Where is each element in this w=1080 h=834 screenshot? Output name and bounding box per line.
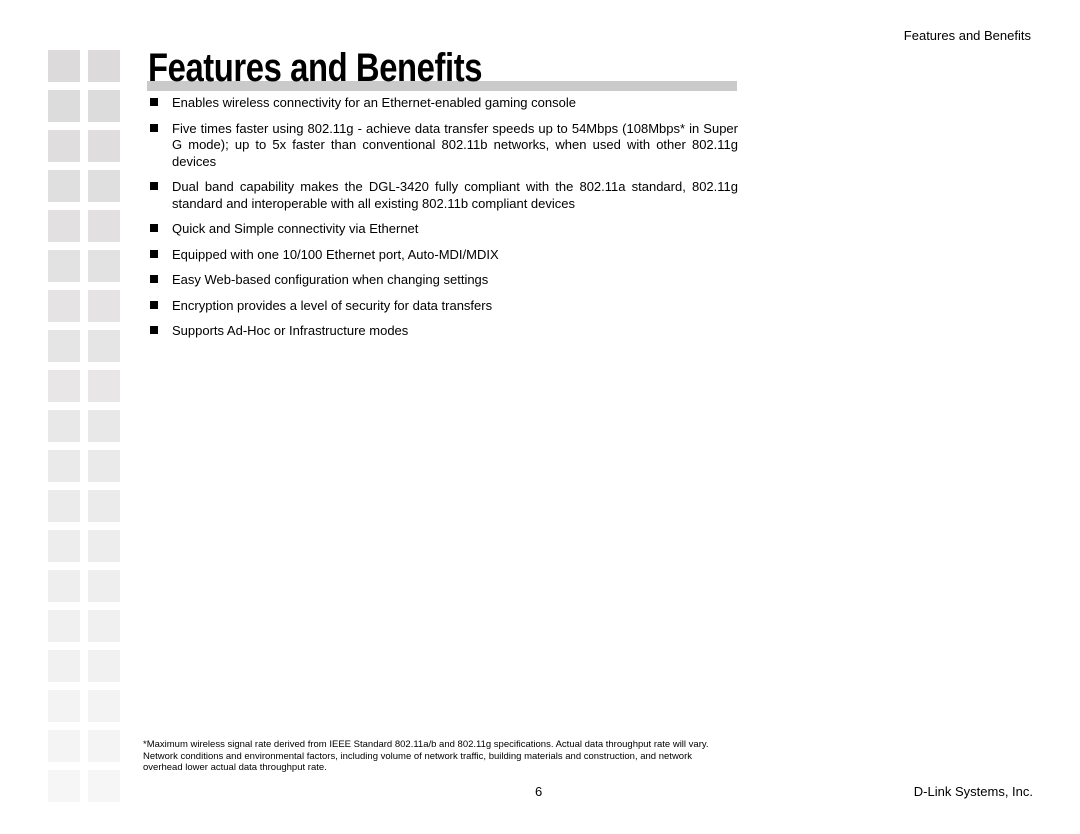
- square-bullet-icon: [150, 182, 158, 190]
- decorative-square: [48, 90, 80, 122]
- feature-item: Equipped with one 10/100 Ethernet port, …: [148, 247, 738, 264]
- decorative-square: [88, 530, 120, 562]
- decorative-square: [48, 330, 80, 362]
- decorative-square: [88, 490, 120, 522]
- decorative-square: [88, 330, 120, 362]
- decorative-square: [48, 450, 80, 482]
- decorative-square: [48, 730, 80, 762]
- square-bullet-icon: [150, 300, 158, 309]
- decorative-square: [48, 770, 80, 802]
- feature-text: Enables wireless connectivity for an Eth…: [172, 95, 576, 110]
- feature-item: Five times faster using 802.11g - achiev…: [148, 121, 738, 171]
- decorative-square: [48, 370, 80, 402]
- decorative-square: [88, 170, 120, 202]
- feature-text: Dual band capability makes the DGL-3420 …: [172, 179, 738, 211]
- decorative-square: [48, 610, 80, 642]
- decorative-square: [88, 570, 120, 602]
- square-bullet-icon: [150, 275, 158, 283]
- square-bullet-icon: [150, 98, 158, 106]
- decorative-square: [48, 50, 80, 82]
- square-bullet-icon: [150, 326, 158, 334]
- decorative-square: [88, 690, 120, 722]
- decorative-square: [48, 650, 80, 682]
- feature-text: Equipped with one 10/100 Ethernet port, …: [172, 246, 499, 262]
- decorative-square: [88, 90, 120, 122]
- decorative-square: [48, 210, 80, 242]
- feature-item: Easy Web-based configuration when changi…: [148, 272, 738, 289]
- feature-item: Encryption provides a level of security …: [148, 298, 738, 315]
- decorative-square: [88, 770, 120, 802]
- feature-text: Supports Ad-Hoc or Infrastructure modes: [172, 323, 409, 338]
- decorative-square: [48, 690, 80, 722]
- decorative-square: [48, 410, 80, 442]
- header-section-label: Features and Benefits: [903, 28, 1031, 43]
- decorative-square: [88, 450, 120, 482]
- feature-item: Enables wireless connectivity for an Eth…: [148, 95, 738, 112]
- feature-item: Quick and Simple connectivity via Ethern…: [148, 221, 738, 238]
- decorative-square: [88, 50, 120, 82]
- footnote: *Maximum wireless signal rate derived fr…: [143, 739, 709, 773]
- decorative-square: [48, 290, 80, 322]
- square-bullet-icon: [150, 123, 158, 132]
- feature-text: Encryption provides a level of security …: [172, 297, 493, 313]
- feature-text: Five times faster using 802.11g - achiev…: [172, 120, 738, 169]
- decorative-square: [48, 170, 80, 202]
- decorative-square: [88, 290, 120, 322]
- feature-item: Supports Ad-Hoc or Infrastructure modes: [148, 323, 738, 340]
- decorative-square: [88, 650, 120, 682]
- decorative-square: [48, 530, 80, 562]
- page-number: 6: [535, 784, 543, 799]
- decorative-square: [48, 490, 80, 522]
- decorative-square: [88, 730, 120, 762]
- decorative-square: [88, 410, 120, 442]
- square-bullet-icon: [150, 224, 158, 232]
- decorative-square: [88, 210, 120, 242]
- feature-text: Easy Web-based configuration when changi…: [172, 272, 489, 287]
- company-name: D-Link Systems, Inc.: [913, 784, 1033, 799]
- feature-item: Dual band capability makes the DGL-3420 …: [148, 179, 738, 212]
- decorative-square: [48, 570, 80, 602]
- decorative-square: [88, 370, 120, 402]
- decorative-square: [88, 610, 120, 642]
- feature-text: Quick and Simple connectivity via Ethern…: [172, 221, 419, 236]
- decorative-square: [88, 250, 120, 282]
- square-bullet-icon: [150, 249, 158, 258]
- decorative-square: [88, 130, 120, 162]
- decorative-square: [48, 130, 80, 162]
- features-list: Enables wireless connectivity for an Eth…: [148, 95, 738, 349]
- decorative-square: [48, 250, 80, 282]
- page-title: Features and Benefits: [148, 46, 483, 90]
